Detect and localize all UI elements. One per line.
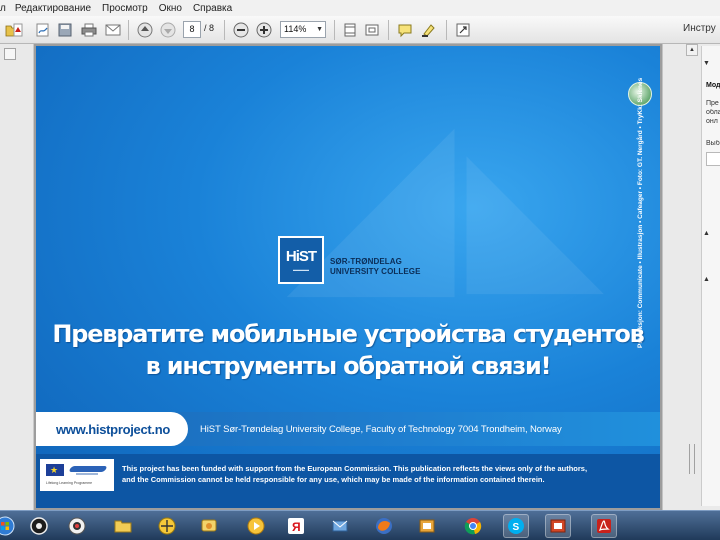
gallery-app-icon[interactable] [414, 514, 440, 538]
print-icon[interactable] [80, 21, 98, 39]
project-url-text: www.histproject.no [56, 421, 171, 437]
logo-line-2: UNIVERSITY COLLEGE [330, 267, 421, 276]
yandex-app-icon[interactable]: Я [283, 514, 309, 538]
background-decoration: ◣ [466, 106, 605, 315]
menu-item-view[interactable]: Просмотр [102, 3, 148, 14]
panel-text-line: онл [706, 118, 718, 125]
tools-panel-label[interactable]: Инстру [683, 23, 716, 34]
disclaimer-text: This project has been funded with suppor… [122, 463, 652, 485]
collapse-arrow-icon[interactable]: ▲ [703, 276, 710, 283]
project-url[interactable]: www.histproject.no [36, 412, 188, 446]
chevron-down-icon: ▼ [316, 26, 323, 33]
toolbar: 8 / 8 114% ▼ Инстру [0, 16, 720, 44]
toolbar-separator [388, 20, 389, 40]
chrome-icon[interactable] [460, 514, 486, 538]
panel-text-line: обла [706, 109, 720, 116]
headline-line-1: Превратите мобильные устройства студенто… [52, 320, 644, 348]
zoom-out-icon[interactable] [232, 21, 250, 39]
menu-item-file[interactable]: л [0, 3, 6, 14]
pdf-page: ◢ ◣ Produksjon: Communicate • Illustrasj… [36, 46, 660, 508]
headline-line-2: в инструменты обратной связи! [145, 352, 552, 380]
panel-select-field[interactable] [706, 152, 720, 166]
logo-line-1: SØR-TRØNDELAG [330, 257, 402, 266]
right-tools-panel: ▲ ▼ Мод Пре обла онл Выб ▲ ▲ [662, 44, 720, 510]
disclaimer-line-2: and the Commission cannot be held respon… [122, 475, 545, 484]
menu-item-edit[interactable]: Редактирование [15, 3, 91, 14]
zoom-in-icon[interactable] [255, 21, 273, 39]
sign-icon[interactable] [34, 21, 52, 39]
svg-text:Я: Я [292, 520, 301, 534]
mail-app-icon[interactable] [327, 514, 353, 538]
skype-icon[interactable]: S [503, 514, 529, 538]
previous-page-icon[interactable] [136, 21, 154, 39]
fullscreen-icon[interactable] [454, 21, 472, 39]
panel-section-mode: Мод [706, 82, 720, 89]
scrollbar-handle[interactable] [689, 444, 695, 474]
menu-item-window[interactable]: Окно [159, 3, 182, 14]
eu-logo: Lifelong Learning Programme [40, 459, 114, 491]
maps-app-icon[interactable] [154, 514, 180, 538]
svg-text:S: S [513, 522, 520, 533]
lifelong-learning-stroke [76, 473, 98, 475]
camera-app-icon[interactable] [64, 514, 90, 538]
zoom-value: 114% [284, 24, 307, 34]
next-page-icon[interactable] [159, 21, 177, 39]
logo-text: SØR-TRØNDELAG UNIVERSITY COLLEGE [330, 257, 421, 277]
page-total-label: / 8 [204, 23, 215, 33]
messenger-app-icon[interactable] [196, 514, 222, 538]
start-button[interactable] [0, 514, 18, 538]
logo-mark-sub: ▬▬▬▬ [293, 267, 309, 272]
fit-page-icon[interactable] [341, 21, 359, 39]
page-thumbnails-icon[interactable] [4, 48, 16, 60]
collapse-arrow-icon[interactable]: ▲ [703, 230, 710, 237]
zoom-select[interactable]: 114% ▼ [280, 21, 326, 38]
create-pdf-icon[interactable] [13, 21, 23, 39]
eu-flag-icon [46, 464, 64, 476]
toolbar-separator [128, 20, 129, 40]
vertical-credits: Produksjon: Communicate • Illustrasjon •… [637, 77, 644, 348]
hist-logo: HiST ▬▬▬▬ [278, 236, 324, 284]
headline: Превратите мобильные устройства студенто… [36, 318, 660, 382]
taskbar: Я S [0, 510, 720, 540]
toolbar-separator [334, 20, 335, 40]
firefox-icon[interactable] [371, 514, 397, 538]
toolbar-separator [224, 20, 225, 40]
institution-address: HiST Sør-Trøndelag University College, F… [200, 424, 562, 435]
menu-item-help[interactable]: Справка [193, 3, 232, 14]
logo-mark: HiST [285, 248, 317, 265]
eu-caption: Lifelong Learning Programme [46, 481, 93, 485]
acrobat-reader-icon[interactable] [591, 514, 617, 538]
panel-text-line: Пре [706, 100, 719, 107]
panel-select-label: Выб [706, 140, 720, 147]
page-number-input[interactable]: 8 [183, 21, 201, 38]
lifelong-learning-icon [68, 466, 108, 472]
file-explorer-icon[interactable] [110, 514, 136, 538]
document-view[interactable]: ◢ ◣ Produksjon: Communicate • Illustrasj… [34, 44, 662, 510]
disclaimer-line-1: This project has been funded with suppor… [122, 464, 588, 473]
presentation-app-icon[interactable] [545, 514, 571, 538]
email-icon[interactable] [104, 21, 122, 39]
media-player-icon[interactable] [243, 514, 269, 538]
browser-app-icon[interactable] [26, 514, 52, 538]
scroll-up-button[interactable]: ▲ [686, 44, 698, 56]
save-icon[interactable] [56, 21, 74, 39]
fit-width-icon[interactable] [363, 21, 381, 39]
comment-icon[interactable] [396, 21, 414, 39]
toolbar-separator [446, 20, 447, 40]
highlight-icon[interactable] [420, 21, 438, 39]
collapse-arrow-icon[interactable]: ▼ [703, 60, 710, 67]
navigation-pane [0, 44, 34, 510]
menu-bar: л Редактирование Просмотр Окно Справка [0, 0, 720, 16]
